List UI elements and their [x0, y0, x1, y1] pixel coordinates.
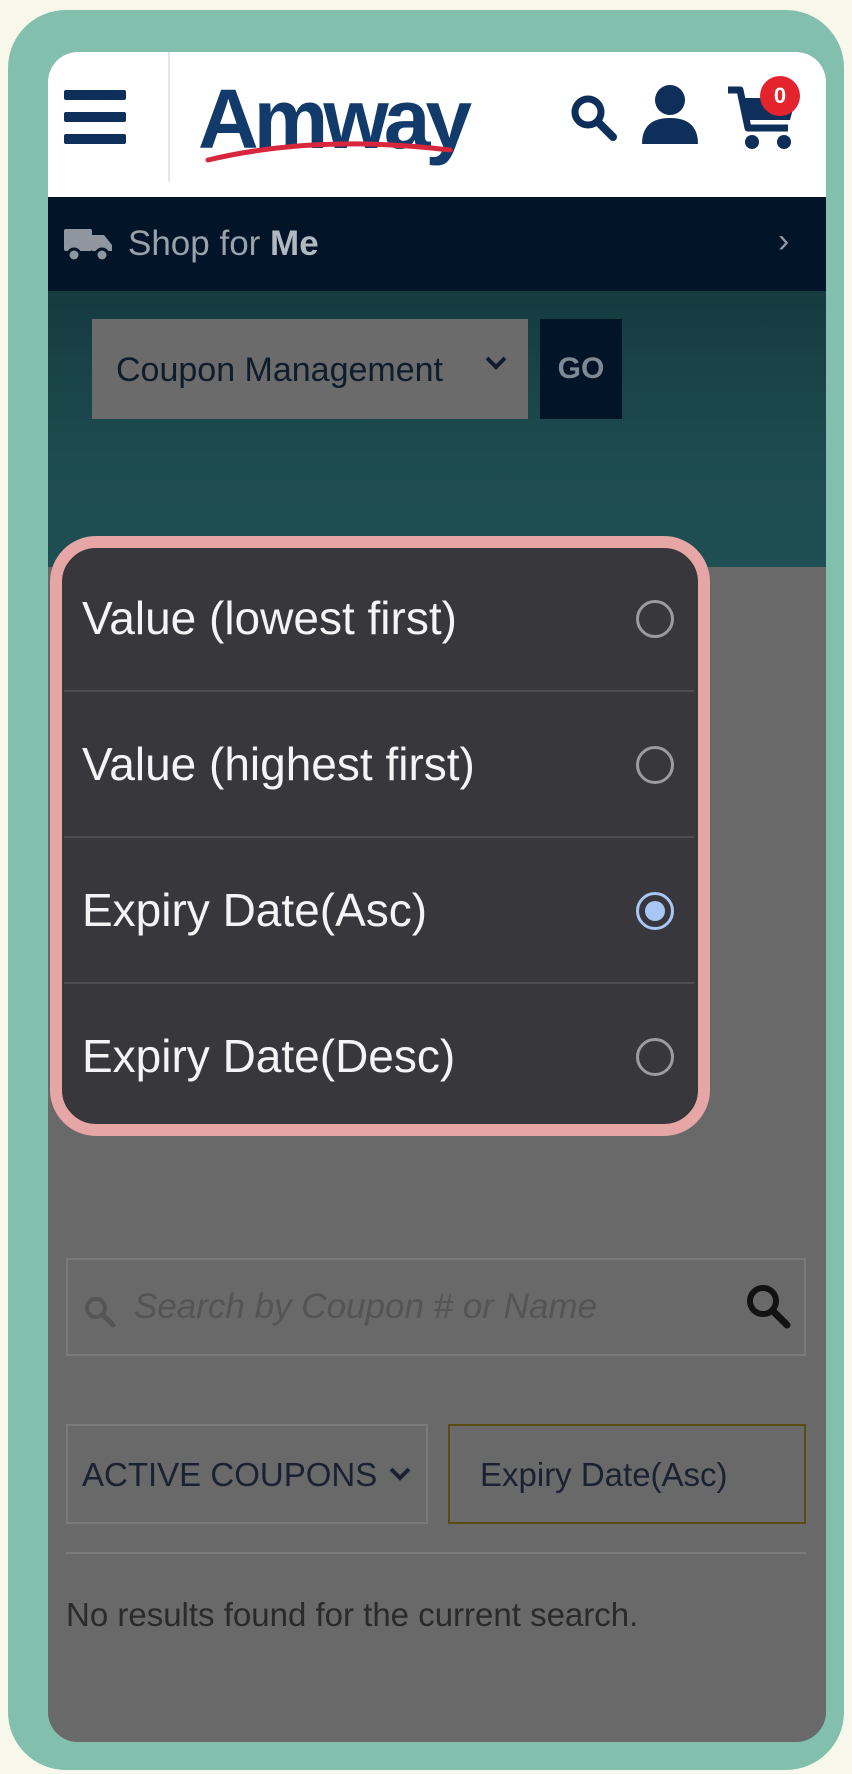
menu-icon[interactable]	[64, 90, 126, 146]
coupon-banner: Coupon Management GO	[48, 291, 826, 567]
shop-for-prefix: Shop for	[128, 224, 261, 263]
no-results-message: No results found for the current search.	[66, 1596, 639, 1633]
sort-option-label: Value (lowest first)	[82, 592, 457, 644]
coupon-select-value: Coupon Management	[116, 351, 444, 389]
chevron-right-icon: ›	[778, 222, 790, 260]
radio-selected-icon[interactable]	[636, 892, 674, 930]
chevron-down-icon	[485, 356, 507, 370]
sort-option-label: Expiry Date(Asc)	[82, 884, 428, 936]
chevron-down-icon	[389, 1467, 411, 1481]
sort-options-dialog: Value (lowest first) Value (highest firs…	[64, 546, 694, 1116]
coupon-status-select[interactable]: ACTIVE COUPONS	[66, 1424, 428, 1524]
shop-for-bar[interactable]: Shop for Me ›	[48, 197, 826, 291]
search-placeholder: Search by Coupon # or Name	[134, 1287, 598, 1326]
sort-select[interactable]: Expiry Date(Asc)	[448, 1424, 806, 1524]
shop-for-target: Me	[270, 224, 319, 263]
sort-option-expiry-asc[interactable]: Expiry Date(Asc)	[64, 838, 694, 984]
sort-option-value-lowest[interactable]: Value (lowest first)	[64, 546, 694, 692]
user-icon[interactable]	[638, 82, 702, 146]
content-divider	[66, 1552, 806, 1554]
search-icon[interactable]	[568, 92, 620, 144]
cart-count-badge: 0	[760, 76, 800, 116]
coupon-management-select[interactable]: Coupon Management	[92, 319, 528, 419]
amway-logo[interactable]: Amway	[198, 72, 472, 172]
shop-for-label: Shop for Me	[128, 221, 319, 267]
search-icon	[85, 1297, 116, 1328]
search-submit-icon[interactable]	[744, 1282, 792, 1330]
truck-icon	[64, 229, 112, 263]
status-select-value: ACTIVE COUPONS	[82, 1456, 378, 1493]
sort-option-label: Expiry Date(Desc)	[82, 1030, 456, 1082]
sort-option-expiry-desc[interactable]: Expiry Date(Desc)	[64, 984, 694, 1130]
go-button[interactable]: GO	[540, 319, 622, 419]
header-divider	[168, 52, 170, 182]
sort-select-value: Expiry Date(Asc)	[480, 1456, 728, 1493]
radio-icon[interactable]	[636, 1038, 674, 1076]
logo-swoosh	[205, 141, 453, 163]
radio-icon[interactable]	[636, 600, 674, 638]
radio-icon[interactable]	[636, 746, 674, 784]
sort-option-value-highest[interactable]: Value (highest first)	[64, 692, 694, 838]
site-header: Amway	[48, 52, 826, 197]
sort-option-label: Value (highest first)	[82, 738, 475, 790]
coupon-search-input[interactable]: Search by Coupon # or Name	[66, 1258, 806, 1356]
